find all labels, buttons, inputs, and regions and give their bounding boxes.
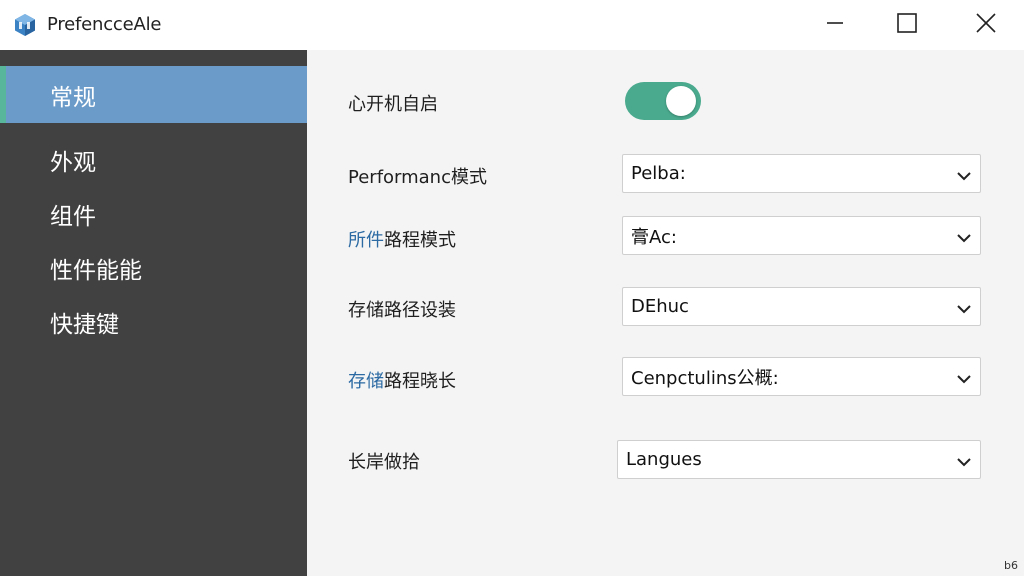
sidebar-item-label: 外观 [50,149,96,176]
storage-duration-select[interactable]: Cenpctulins公概: [622,357,981,396]
storage-duration-label: 存储路程晓长 [348,367,456,393]
path-mode-value: 膏Ac: [631,226,677,248]
language-select[interactable]: Langues [617,440,981,479]
performance-mode-label: Performanc模式 [348,167,487,188]
window-title: PrefencceAle [47,14,162,35]
app-logo-icon [13,13,37,37]
sidebar-item-label: 性件能能 [50,257,142,284]
maximize-icon [896,12,918,38]
sidebar-item-components[interactable]: 组件 [0,185,307,242]
storage-path-label: 存储路径设装 [348,300,456,321]
chevron-down-icon [956,300,972,314]
storage-path-select[interactable]: DEhuc [622,287,981,326]
storage-path-value: DEhuc [631,296,689,317]
maximize-button[interactable] [887,8,927,42]
sidebar-item-general[interactable]: 常规 [0,66,307,123]
corner-text: b6 [1004,559,1018,572]
storage-duration-value: Cenpctulins公概: [631,367,779,389]
chevron-down-icon [956,167,972,181]
sidebar-item-label: 组件 [50,203,96,230]
sidebar-item-appearance[interactable]: 外观 [0,131,307,188]
path-mode-label-accent: 所件 [348,230,384,251]
sidebar: 常规 外观 组件 性件能能 快捷键 [0,50,307,576]
chevron-down-icon [956,453,972,467]
close-icon [975,12,997,38]
path-mode-select[interactable]: 膏Ac: [622,216,981,255]
performance-mode-value: Pelba: [631,163,686,184]
toggle-knob [666,86,696,116]
chevron-down-icon [956,229,972,243]
language-label: 长岸做拾 [348,452,420,473]
storage-duration-label-accent: 存储 [348,371,384,392]
minimize-button[interactable] [815,8,855,42]
sidebar-item-label: 快捷键 [50,311,119,338]
sidebar-item-performance[interactable]: 性件能能 [0,239,307,296]
autostart-label: 心开机自启 [348,94,438,115]
path-mode-label: 所件路程模式 [348,226,456,252]
minimize-icon [825,13,845,37]
settings-panel: 心开机自启 Performanc模式 Pelba: 所件路程模式 膏Ac: 存储… [307,50,1024,576]
title-bar: PrefencceAle [0,0,1024,50]
autostart-toggle[interactable] [625,82,701,120]
sidebar-item-label: 常规 [50,84,96,111]
path-mode-label-rest: 路程模式 [384,230,456,251]
sidebar-item-shortcuts[interactable]: 快捷键 [0,293,307,350]
chevron-down-icon [956,370,972,384]
storage-duration-label-rest: 路程晓长 [384,371,456,392]
language-value: Langues [626,449,702,470]
performance-mode-select[interactable]: Pelba: [622,154,981,193]
close-button[interactable] [966,8,1006,42]
